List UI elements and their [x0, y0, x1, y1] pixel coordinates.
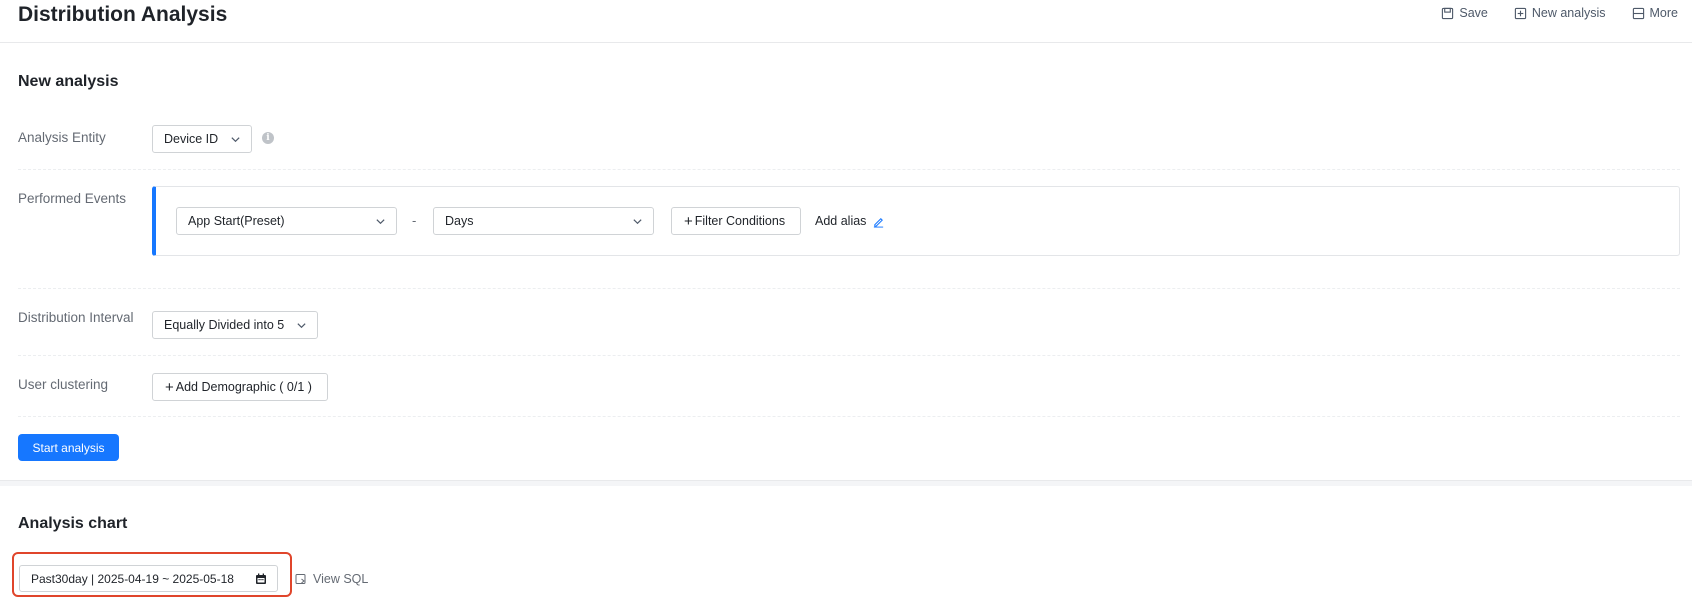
user-clustering-label: User clustering	[18, 377, 109, 392]
plus-icon: +	[165, 378, 174, 396]
add-alias-button[interactable]: Add alias	[815, 214, 885, 228]
info-icon[interactable]: i	[262, 132, 274, 144]
new-analysis-title: New analysis	[18, 73, 119, 90]
divider	[18, 169, 1680, 170]
distribution-interval-value: Equally Divided into 5	[164, 318, 285, 332]
metric-select[interactable]: Days	[433, 207, 654, 235]
add-demographic-button[interactable]: + Add Demographic ( 0/1 )	[152, 373, 328, 401]
analysis-entity-select[interactable]: Device ID	[152, 125, 252, 153]
divider	[18, 288, 1680, 289]
divider	[18, 416, 1680, 417]
start-analysis-button[interactable]: Start analysis	[18, 434, 119, 461]
analysis-chart-title: Analysis chart	[18, 515, 128, 532]
divider	[18, 355, 1680, 356]
new-analysis-icon	[1514, 7, 1527, 19]
section-separator	[0, 480, 1692, 486]
add-demographic-label: Add Demographic ( 0/1 )	[175, 380, 312, 394]
more-icon	[1632, 7, 1644, 19]
save-icon	[1442, 7, 1454, 19]
distribution-interval-select[interactable]: Equally Divided into 5	[152, 311, 318, 339]
date-range-value: Past30day | 2025-04-19 ~ 2025-05-18	[31, 571, 234, 586]
view-sql-label: View SQL	[313, 572, 369, 586]
event-select[interactable]: App Start(Preset)	[176, 207, 397, 235]
header-actions: Save New analysis More	[1441, 6, 1678, 20]
more-button[interactable]: More	[1632, 6, 1678, 20]
chevron-down-icon	[376, 218, 385, 224]
filter-conditions-label: Filter Conditions	[694, 214, 786, 228]
date-range-picker[interactable]: Past30day | 2025-04-19 ~ 2025-05-18	[19, 565, 278, 592]
chevron-down-icon	[231, 136, 240, 142]
edit-icon	[874, 217, 884, 228]
save-label: Save	[1459, 6, 1488, 20]
page-header: Distribution Analysis Save New analysis …	[0, 0, 1692, 43]
save-button[interactable]: Save	[1441, 6, 1488, 20]
new-analysis-button[interactable]: New analysis	[1514, 6, 1606, 20]
view-sql-link[interactable]: View SQL	[295, 572, 368, 586]
new-analysis-label: New analysis	[1531, 6, 1606, 20]
chevron-down-icon	[297, 322, 306, 328]
event-separator: -	[412, 213, 417, 228]
more-label: More	[1649, 6, 1678, 20]
sql-icon	[295, 574, 306, 584]
event-value: App Start(Preset)	[188, 214, 285, 228]
analysis-entity-value: Device ID	[164, 132, 219, 146]
page-title: Distribution Analysis	[18, 3, 228, 26]
chevron-down-icon	[633, 218, 642, 224]
plus-icon: +	[684, 212, 693, 230]
performed-events-label: Performed Events	[18, 191, 127, 206]
filter-conditions-button[interactable]: + Filter Conditions	[671, 207, 801, 235]
add-alias-label: Add alias	[815, 214, 867, 228]
metric-value: Days	[445, 214, 474, 228]
analysis-entity-label: Analysis Entity	[18, 130, 106, 145]
calendar-icon	[256, 573, 266, 584]
distribution-interval-label: Distribution Interval	[18, 310, 134, 325]
